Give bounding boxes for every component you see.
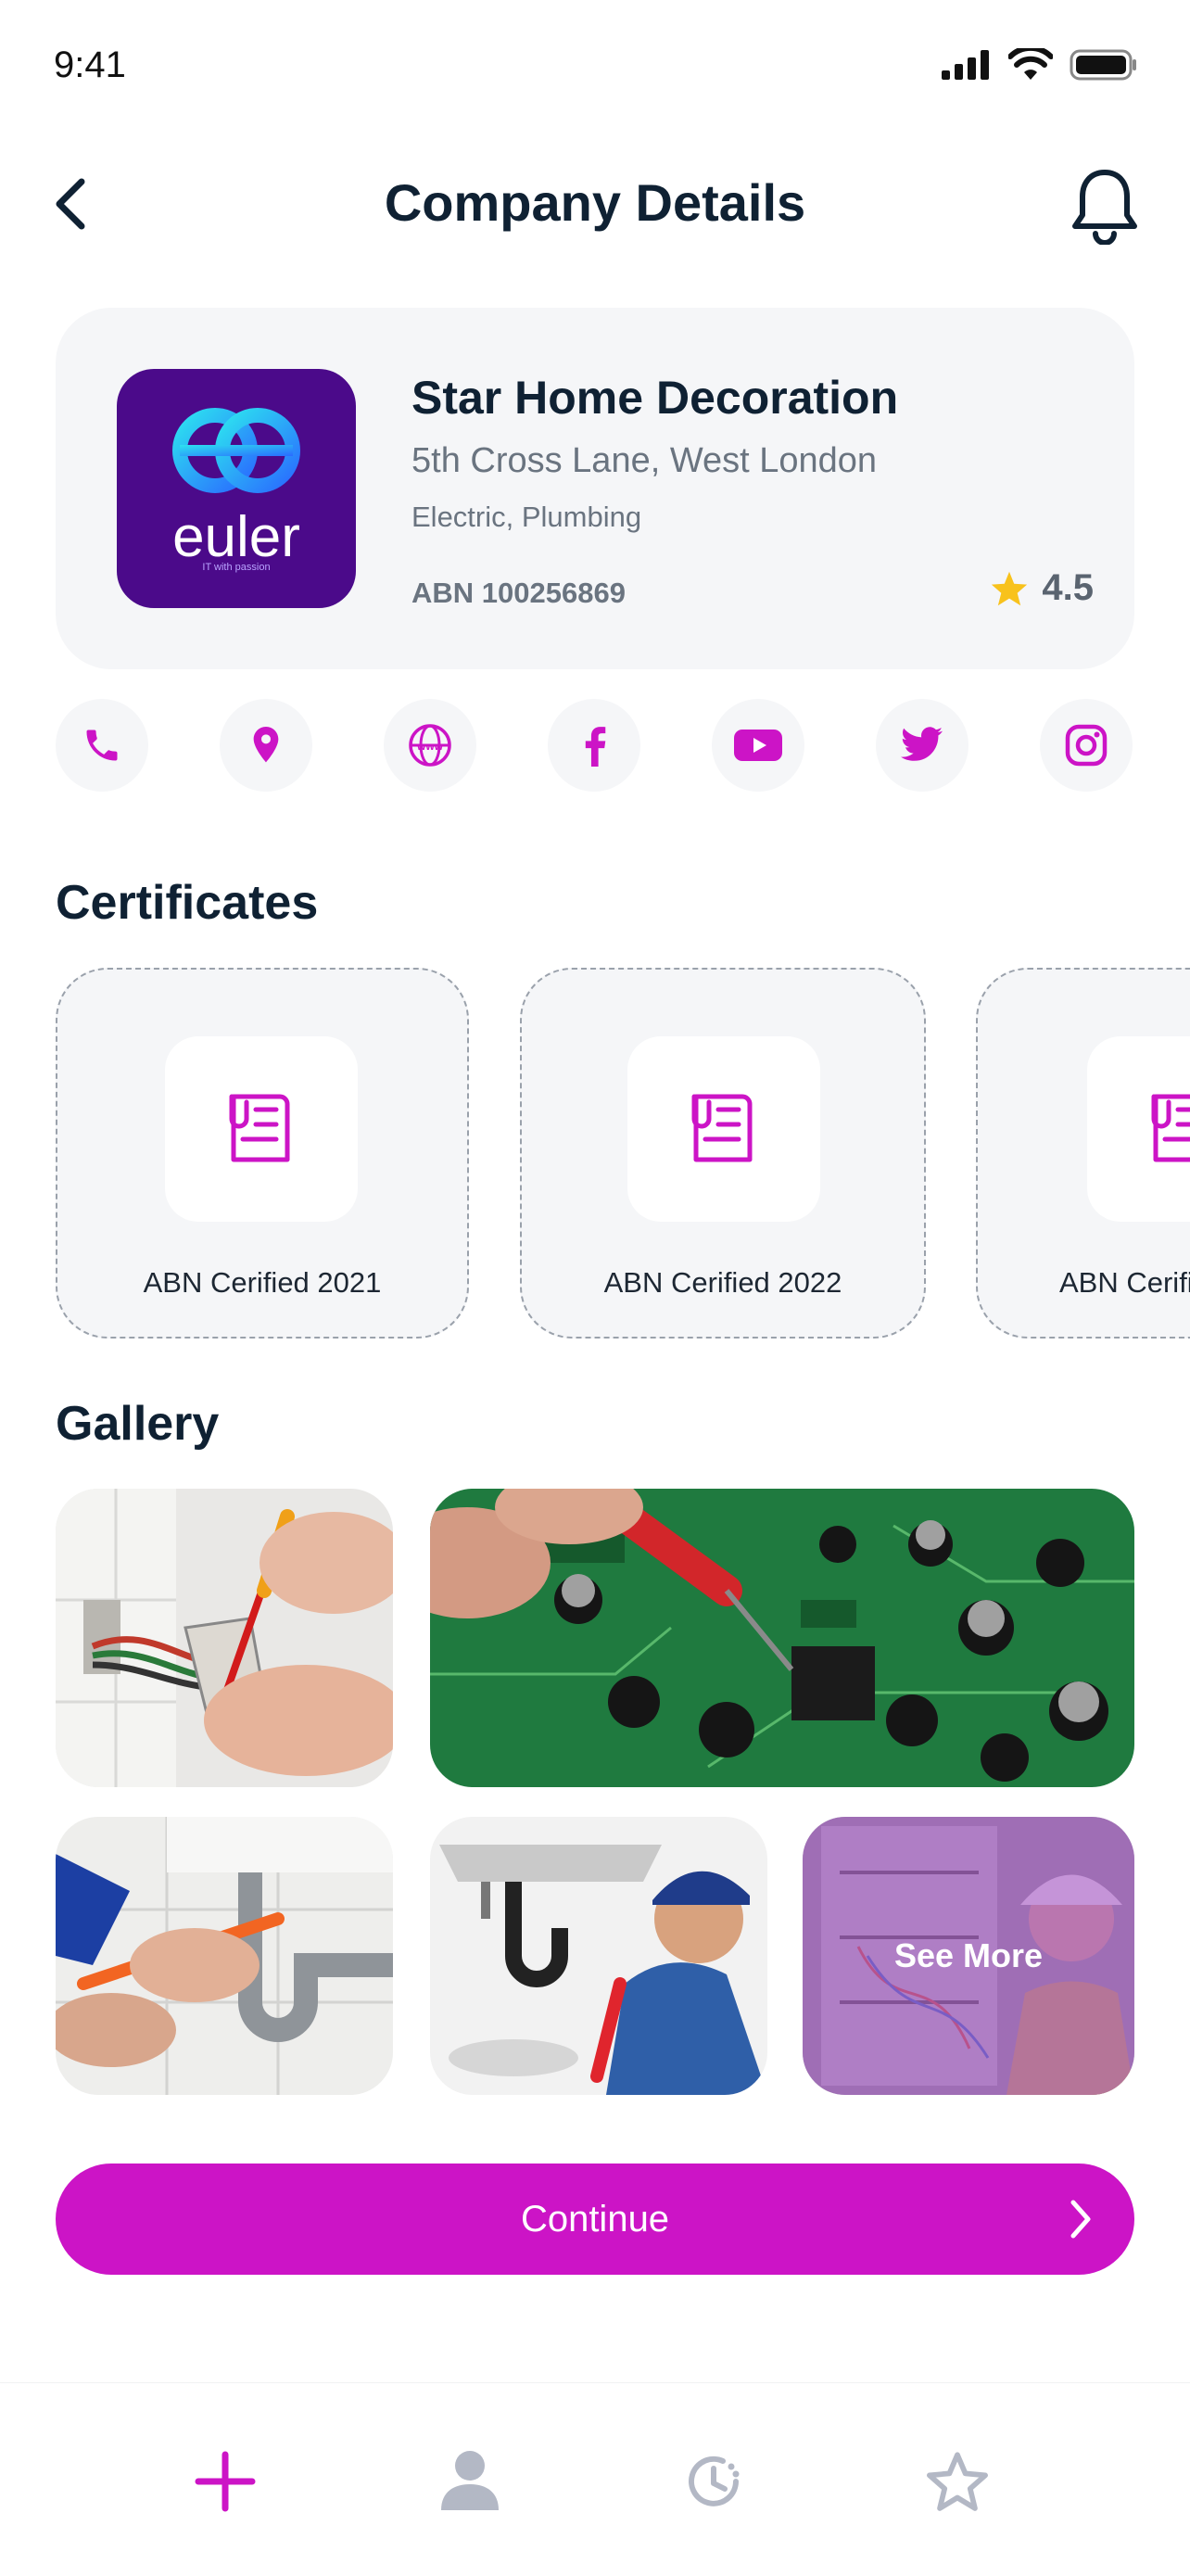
continue-label: Continue [520, 2198, 670, 2240]
gallery-see-more[interactable]: See More [803, 1817, 1134, 2095]
logo-mark-icon [172, 408, 300, 493]
add-icon [195, 2451, 256, 2512]
call-button[interactable] [56, 699, 148, 792]
logo-tagline: IT with passion [202, 562, 271, 573]
star-icon [992, 571, 1028, 605]
certificate-document-icon [1151, 1094, 1190, 1162]
profile-icon [441, 2451, 499, 2510]
bell-icon [1072, 170, 1137, 246]
continue-button[interactable]: Continue [56, 2164, 1134, 2275]
company-name: Star Home Decoration [411, 372, 899, 424]
nav-history[interactable] [677, 2444, 751, 2519]
twitter-icon [901, 727, 943, 761]
history-icon [689, 2455, 740, 2506]
gallery-photo-circuit-board[interactable] [430, 1489, 1134, 1787]
certificate-card[interactable]: ABN Cerified 2021 [56, 968, 469, 1339]
location-pin-icon [253, 727, 279, 763]
website-button[interactable]: www [384, 699, 476, 792]
company-logo: euler IT with passion [117, 369, 356, 608]
gallery-photo-electrician[interactable] [56, 1489, 393, 1787]
certificate-card[interactable]: ABN Cerified 2023 [976, 968, 1190, 1339]
company-address: 5th Cross Lane, West London [411, 441, 878, 480]
gallery-image [56, 1817, 393, 2095]
svg-text:www: www [416, 740, 444, 753]
gallery-photo-plumber-pipe[interactable] [56, 1817, 393, 2095]
signal-icon [942, 50, 989, 80]
logo-word: euler [172, 505, 300, 569]
certificate-label: ABN Cerified 2022 [603, 1266, 842, 1299]
instagram-icon [1065, 724, 1108, 767]
chevron-right-icon [1070, 2200, 1091, 2239]
wifi-icon [1008, 48, 1053, 80]
gallery-image [430, 1489, 1134, 1787]
gallery-image [56, 1489, 393, 1787]
website-globe-icon: www [409, 724, 451, 767]
certificates-title: Certificates [56, 876, 319, 930]
status-time: 9:41 [54, 44, 126, 85]
location-button[interactable] [220, 699, 312, 792]
certificate-icon-box [165, 1036, 358, 1222]
page-title: Company Details [384, 173, 806, 232]
company-abn: ABN 100256869 [411, 577, 626, 609]
gallery-image [430, 1817, 767, 2095]
certificate-card[interactable]: ABN Cerified 2022 [520, 968, 926, 1339]
company-rating: 4.5 [990, 567, 1094, 609]
certificate-label: ABN Cerified 2023 [1059, 1266, 1190, 1299]
see-more-overlay: See More [803, 1817, 1134, 2095]
phone-icon [86, 730, 118, 761]
certificate-label: ABN Cerified 2021 [143, 1266, 382, 1299]
company-services: Electric, Plumbing [411, 501, 642, 533]
nav-add[interactable] [188, 2444, 262, 2519]
facebook-icon [585, 727, 606, 767]
facebook-button[interactable] [548, 699, 640, 792]
rating-value: 4.5 [1042, 567, 1094, 608]
youtube-button[interactable] [712, 699, 804, 792]
instagram-button[interactable] [1040, 699, 1133, 792]
certificate-document-icon [229, 1094, 290, 1162]
battery-icon [1070, 49, 1136, 81]
nav-favorites[interactable] [920, 2444, 994, 2519]
gallery-photo-smiling-plumber[interactable] [430, 1817, 767, 2095]
twitter-button[interactable] [876, 699, 968, 792]
gallery-title: Gallery [56, 1397, 220, 1451]
certificate-document-icon [691, 1094, 753, 1162]
certificate-icon-box [627, 1036, 820, 1222]
notifications-button[interactable] [1070, 167, 1140, 246]
bottom-navigation [0, 2382, 1190, 2576]
see-more-label: See More [893, 1936, 1044, 1974]
nav-profile[interactable] [433, 2444, 507, 2519]
youtube-icon [734, 730, 782, 761]
certificate-icon-box [1087, 1036, 1190, 1222]
favorites-star-icon [927, 2452, 988, 2511]
status-icons [942, 48, 1138, 82]
